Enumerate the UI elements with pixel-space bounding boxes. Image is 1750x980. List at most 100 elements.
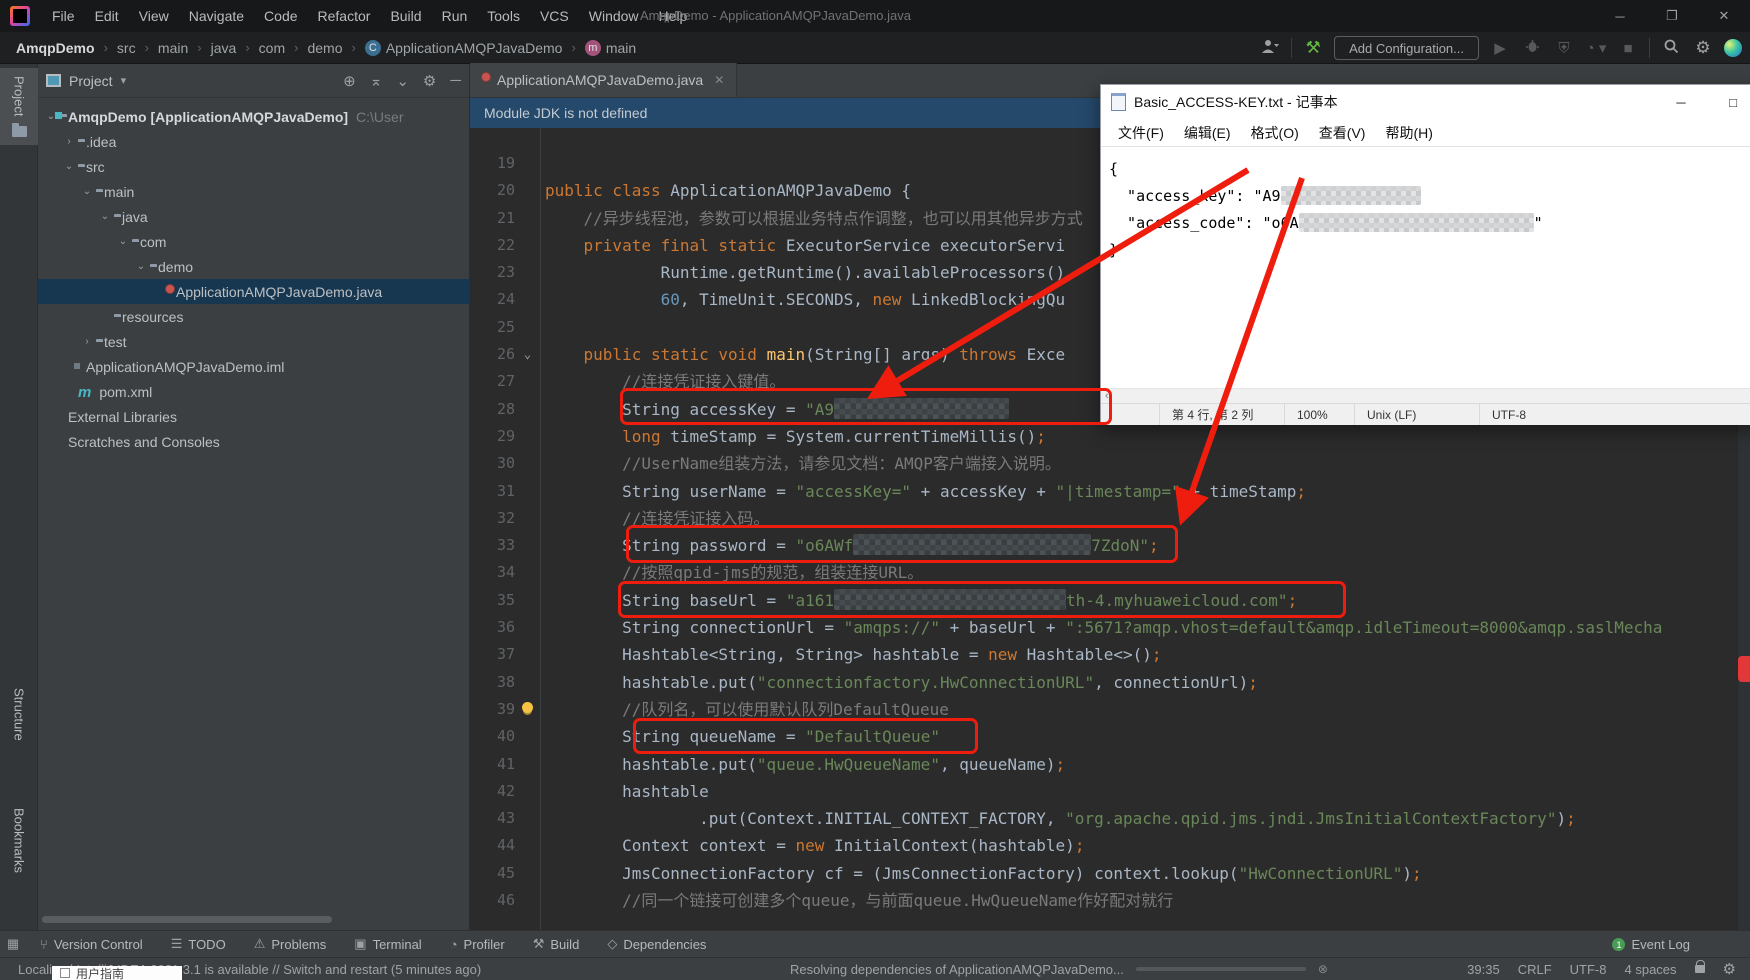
menu-vcs[interactable]: VCS: [530, 0, 579, 32]
code-with-me-icon[interactable]: [1724, 39, 1742, 57]
tree-item-applicationamqpjavademo-java[interactable]: ApplicationAMQPJavaDemo.java: [38, 279, 470, 304]
tree-item-scratches-and-consoles[interactable]: Scratches and Consoles: [38, 429, 470, 454]
indent-size[interactable]: 4 spaces: [1625, 962, 1677, 977]
build-project-icon[interactable]: ⚒: [1302, 38, 1324, 58]
tree-expand-icon[interactable]: ⌄: [62, 161, 76, 172]
tree-item-pom-xml[interactable]: mpom.xml: [38, 379, 470, 404]
tree-expand-icon[interactable]: ›: [62, 136, 76, 147]
breadcrumb-item-java[interactable]: java: [209, 40, 239, 56]
notepad-menu-H[interactable]: 帮助(H): [1376, 121, 1441, 145]
tree-expand-icon[interactable]: ⌄: [116, 236, 130, 247]
breadcrumb-item-com[interactable]: com: [257, 40, 287, 56]
tree-item-amqpdemo-applicationamqpjavademo-[interactable]: ⌄AmqpDemo [ApplicationAMQPJavaDemo]C:\Us…: [38, 104, 470, 129]
gear-sync-icon[interactable]: ⚙: [1723, 960, 1736, 978]
line-number: 30: [470, 450, 515, 477]
stripe-button-project[interactable]: Project: [0, 68, 38, 145]
toolwindow-button-terminal[interactable]: ▣Terminal: [340, 931, 435, 958]
stripe-button-structure[interactable]: Structure: [0, 680, 38, 749]
stripe-button-bookmarks[interactable]: Bookmarks: [0, 800, 38, 881]
notepad-content[interactable]: { "access_key": "A9 "access_code": "o6A"…: [1101, 148, 1750, 388]
settings-gear-icon[interactable]: ⚙: [1692, 38, 1714, 58]
menu-window[interactable]: Window: [579, 0, 649, 32]
breadcrumb-item-main[interactable]: mmain: [583, 40, 638, 56]
project-panel-title[interactable]: Project: [69, 73, 113, 89]
tree-item-com[interactable]: ⌄com: [38, 229, 470, 254]
breadcrumb-separator: ›: [245, 40, 249, 55]
locate-file-icon[interactable]: ⊕: [343, 72, 356, 90]
cancel-task-icon[interactable]: ⊗: [1318, 962, 1328, 976]
menu-file[interactable]: File: [42, 0, 85, 32]
tree-expand-icon[interactable]: ⌄: [134, 261, 148, 272]
breadcrumb-item-applicationamqpjavademo[interactable]: CApplicationAMQPJavaDemo: [363, 40, 565, 56]
debug-icon[interactable]: [1521, 39, 1543, 58]
toolwindow-button-build[interactable]: ⚒Build: [519, 931, 594, 958]
tab-applicationamqpjavademo[interactable]: ApplicationAMQPJavaDemo.java ✕: [470, 63, 737, 97]
code-line-29: 29 long timeStamp = System.currentTimeMi…: [470, 423, 1737, 450]
maximize-button[interactable]: ❐: [1646, 0, 1698, 32]
toolwindow-button-problems[interactable]: ⚠Problems: [240, 931, 341, 958]
chevron-down-icon[interactable]: ▾: [121, 74, 127, 87]
close-button[interactable]: ✕: [1698, 0, 1750, 32]
breadcrumb-item-amqpdemo[interactable]: AmqpDemo: [14, 40, 97, 56]
hide-panel-icon[interactable]: ─: [450, 72, 461, 89]
tree-item-main[interactable]: ⌄main: [38, 179, 470, 204]
menu-edit[interactable]: Edit: [85, 0, 129, 32]
run-icon[interactable]: ▶: [1489, 39, 1511, 57]
tree-item-test[interactable]: ›test: [38, 329, 470, 354]
breadcrumb-item-main[interactable]: main: [156, 40, 190, 56]
lock-icon[interactable]: [1695, 965, 1705, 973]
tree-expand-icon[interactable]: ⌄: [80, 186, 94, 197]
menu-tools[interactable]: Tools: [477, 0, 530, 32]
menu-run[interactable]: Run: [432, 0, 478, 32]
minimize-button[interactable]: ─: [1594, 0, 1646, 32]
notepad-maximize-button[interactable]: □: [1707, 85, 1750, 119]
line-ending[interactable]: CRLF: [1518, 962, 1552, 977]
tree-expand-icon[interactable]: ›: [80, 336, 94, 347]
menu-view[interactable]: View: [129, 0, 179, 32]
tree-item-applicationamqpjavademo-iml[interactable]: ApplicationAMQPJavaDemo.iml: [38, 354, 470, 379]
toolwindow-button-version-control[interactable]: ⑂Version Control: [26, 931, 157, 958]
tree-expand-icon[interactable]: ⌄: [98, 211, 112, 222]
expand-all-icon[interactable]: ⌅: [370, 72, 383, 90]
file-encoding[interactable]: UTF-8: [1570, 962, 1607, 977]
code-token: Hashtable<String, String> hashtable =: [545, 645, 988, 664]
tree-item-resources[interactable]: resources: [38, 304, 470, 329]
toolwindow-button-todo[interactable]: ☰TODO: [157, 931, 240, 958]
toolwindow-button-profiler[interactable]: ◔Profiler: [436, 931, 519, 958]
panel-settings-gear-icon[interactable]: ⚙: [423, 72, 436, 90]
menu-refactor[interactable]: Refactor: [308, 0, 381, 32]
caret-position[interactable]: 39:35: [1467, 962, 1500, 977]
scroll-left-arrow-icon[interactable]: ‹: [1105, 390, 1109, 402]
add-configuration-button[interactable]: Add Configuration...: [1334, 36, 1479, 60]
tree-item-external-libraries[interactable]: External Libraries: [38, 404, 470, 429]
notepad-menu-E[interactable]: 编辑(E): [1175, 121, 1240, 145]
search-everywhere-icon[interactable]: [1660, 38, 1682, 58]
event-log-button[interactable]: 1 Event Log: [1612, 931, 1690, 958]
close-tab-icon[interactable]: ✕: [714, 73, 724, 87]
user-account-icon[interactable]: [1259, 38, 1281, 58]
profiler-run-icon[interactable]: ◔ ▾: [1585, 39, 1607, 57]
tree-item-java[interactable]: ⌄java: [38, 204, 470, 229]
collapse-all-icon[interactable]: ⌄: [396, 72, 409, 90]
tree-item-demo[interactable]: ⌄demo: [38, 254, 470, 279]
tree-item--idea[interactable]: ›.idea: [38, 129, 470, 154]
horizontal-scrollbar[interactable]: [42, 916, 332, 923]
notepad-menu-V[interactable]: 查看(V): [1310, 121, 1375, 145]
menu-navigate[interactable]: Navigate: [179, 0, 254, 32]
notepad-title-bar[interactable]: Basic_ACCESS-KEY.txt - 记事本: [1101, 85, 1750, 119]
code-line-42: 42 hashtable: [470, 778, 1737, 805]
notepad-horizontal-scrollbar[interactable]: ‹: [1101, 388, 1750, 403]
notepad-menu-F[interactable]: 文件(F): [1109, 121, 1173, 145]
intention-bulb-icon[interactable]: [522, 702, 533, 713]
coverage-icon[interactable]: ⛨: [1553, 40, 1575, 57]
menu-code[interactable]: Code: [254, 0, 307, 32]
notepad-menu-O[interactable]: 格式(O): [1242, 121, 1308, 145]
breadcrumb-item-demo[interactable]: demo: [305, 40, 344, 56]
menu-build[interactable]: Build: [380, 0, 431, 32]
toolwindow-button-dependencies[interactable]: ◇Dependencies: [593, 931, 720, 958]
breadcrumb-item-src[interactable]: src: [115, 40, 138, 56]
stop-icon[interactable]: ■: [1617, 40, 1639, 57]
window-layout-icon[interactable]: ▦: [0, 931, 26, 958]
notepad-minimize-button[interactable]: ─: [1655, 85, 1707, 119]
tree-item-src[interactable]: ⌄src: [38, 154, 470, 179]
